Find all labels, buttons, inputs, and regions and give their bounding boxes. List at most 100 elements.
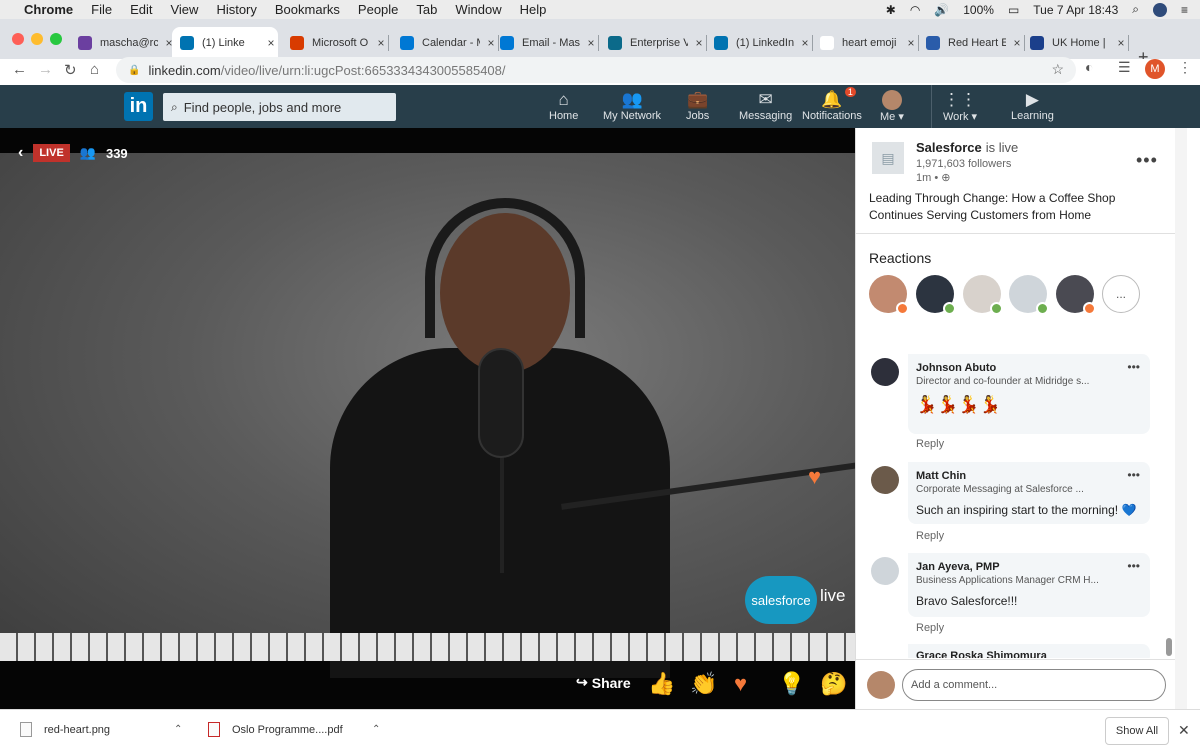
commenter-avatar[interactable] [871, 358, 899, 386]
user-avatar-icon[interactable] [1152, 2, 1167, 17]
close-tab-icon[interactable]: × [264, 36, 278, 50]
reload-icon[interactable]: ↻ [64, 61, 77, 79]
browser-tab[interactable]: Enterprise V × [600, 27, 707, 59]
close-tab-icon[interactable]: × [692, 36, 706, 50]
address-bar[interactable]: 🔒 linkedin.com /video/live/urn:li:ugcPos… [116, 57, 1076, 83]
profile-button[interactable]: M [1145, 59, 1165, 79]
linkedin-logo[interactable]: in [124, 92, 153, 121]
nav-home[interactable]: ⌂ Home [549, 90, 578, 122]
battery-icon[interactable]: ▭ [1008, 3, 1019, 17]
browser-tab[interactable]: heart emoji × [812, 27, 919, 59]
reactor-avatar[interactable] [1056, 275, 1096, 315]
reactor-avatar[interactable] [1009, 275, 1049, 315]
panel-scrollbar[interactable] [1175, 128, 1187, 709]
more-reactions-button[interactable]: ... [1102, 275, 1140, 313]
bookmark-star-icon[interactable]: ☆ [1051, 61, 1064, 78]
chevron-up-icon[interactable]: ⌃ [372, 724, 380, 735]
back-chevron-icon[interactable]: ‹ [18, 144, 23, 162]
menu-file[interactable]: File [91, 2, 112, 17]
spotlight-icon[interactable]: ⌕ [1132, 2, 1139, 17]
company-logo[interactable]: ▤ [872, 142, 904, 174]
insightful-reaction-icon[interactable]: 💡 [778, 671, 805, 697]
reply-button[interactable]: Reply [916, 438, 944, 450]
browser-tab[interactable]: Calendar - M × [392, 27, 499, 59]
comment-more-icon[interactable]: ••• [1127, 559, 1140, 573]
close-icon[interactable]: ✕ [1178, 722, 1190, 739]
browser-tab[interactable]: (1) Linke × [172, 27, 278, 59]
more-options-icon[interactable]: ••• [1136, 150, 1158, 171]
commenter-avatar[interactable] [871, 557, 899, 585]
comment-text: Such an inspiring start to the morning! … [916, 503, 1137, 517]
menu-window[interactable]: Window [455, 2, 501, 17]
commenter-name[interactable]: Grace Roska Shimomura [916, 650, 1142, 658]
comment-input[interactable]: Add a comment... [902, 669, 1166, 701]
curious-reaction-icon[interactable]: 🤔 [820, 671, 847, 697]
url-host: linkedin.com [148, 62, 221, 78]
menu-edit[interactable]: Edit [130, 2, 152, 17]
reading-list-icon[interactable]: ☰ [1118, 59, 1131, 76]
nav-jobs[interactable]: 💼 Jobs [686, 90, 709, 122]
celebrate-reaction-icon[interactable]: 👏 [690, 671, 717, 697]
browser-tab[interactable]: Red Heart E × [918, 27, 1025, 59]
menu-help[interactable]: Help [520, 2, 547, 17]
reactor-avatar[interactable] [869, 275, 909, 315]
extension-icon[interactable]: ◐ [1085, 59, 1093, 75]
nav-messaging[interactable]: ✉ Messaging [739, 90, 792, 122]
clock[interactable]: Tue 7 Apr 18:43 [1033, 3, 1118, 17]
close-window-button[interactable] [12, 33, 24, 45]
commenter-name[interactable]: Johnson Abuto [916, 362, 1142, 374]
like-reaction-icon[interactable]: 👍 [648, 671, 675, 697]
nav-work[interactable]: ⋮⋮ Work ▾ [943, 90, 977, 123]
browser-tab[interactable]: Email - Mas × [492, 27, 599, 59]
browser-tab[interactable]: Microsoft O × [282, 27, 389, 59]
search-input[interactable]: ⌕ Find people, jobs and more [163, 93, 396, 121]
reactor-avatar[interactable] [916, 275, 956, 315]
download-item[interactable]: Oslo Programme....pdf ⌃ [208, 722, 380, 737]
menu-tab[interactable]: Tab [416, 2, 437, 17]
commenter-avatar[interactable] [871, 466, 899, 494]
forward-icon[interactable]: → [38, 61, 53, 78]
zoom-window-button[interactable] [50, 33, 62, 45]
chevron-up-icon[interactable]: ⌃ [174, 724, 182, 735]
browser-tab[interactable]: UK Home | × [1022, 27, 1129, 59]
close-tab-icon[interactable]: × [798, 36, 812, 50]
close-tab-icon[interactable]: × [1114, 36, 1128, 50]
browser-tab[interactable]: (1) LinkedIn × [706, 27, 813, 59]
reply-button[interactable]: Reply [916, 530, 944, 542]
menu-view[interactable]: View [170, 2, 198, 17]
commenter-name[interactable]: Jan Ayeva, PMP [916, 561, 1142, 573]
back-icon[interactable]: ← [12, 61, 27, 78]
nav-me[interactable]: Me ▾ [880, 90, 904, 123]
chrome-menu-icon[interactable]: ⋮ [1178, 59, 1192, 76]
show-all-button[interactable]: Show All [1105, 717, 1169, 745]
close-tab-icon[interactable]: × [374, 36, 388, 50]
close-tab-icon[interactable]: × [584, 36, 598, 50]
minimize-window-button[interactable] [31, 33, 43, 45]
bluetooth-icon[interactable]: ✱ [886, 3, 896, 17]
nav-notifications[interactable]: 🔔 1 Notifications [802, 87, 862, 122]
share-button[interactable]: ↪ Share [576, 674, 631, 691]
volume-icon[interactable]: 🔊 [934, 3, 949, 17]
nav-learning[interactable]: ▶ Learning [1011, 90, 1054, 122]
love-reaction-icon[interactable]: ♥ [734, 671, 747, 697]
close-tab-icon[interactable]: × [904, 36, 918, 50]
menu-people[interactable]: People [358, 2, 398, 17]
nav-my-network[interactable]: 👥 My Network [603, 90, 661, 122]
scrollbar-thumb[interactable] [1166, 638, 1172, 656]
live-video-player[interactable]: ‹ LIVE 👥 339 ♥ salesforce live ↪ Share 👍… [0, 128, 855, 709]
reactor-avatar[interactable] [963, 275, 1003, 315]
commenter-name[interactable]: Matt Chin [916, 470, 1142, 482]
comment-more-icon[interactable]: ••• [1127, 360, 1140, 374]
menu-history[interactable]: History [216, 2, 256, 17]
lock-icon[interactable]: 🔒 [128, 65, 140, 76]
home-icon[interactable]: ⌂ [90, 61, 99, 78]
browser-tab[interactable]: mascha@rc × [70, 27, 176, 59]
menu-chrome[interactable]: Chrome [24, 2, 73, 17]
comment-more-icon[interactable]: ••• [1127, 468, 1140, 482]
menu-bookmarks[interactable]: Bookmarks [275, 2, 340, 17]
notification-center-icon[interactable]: ≡ [1181, 3, 1188, 17]
reply-button[interactable]: Reply [916, 622, 944, 634]
company-name[interactable]: Salesforce [916, 140, 982, 155]
download-item[interactable]: red-heart.png ⌃ [20, 722, 182, 737]
wifi-icon[interactable]: ◠ [910, 3, 920, 17]
